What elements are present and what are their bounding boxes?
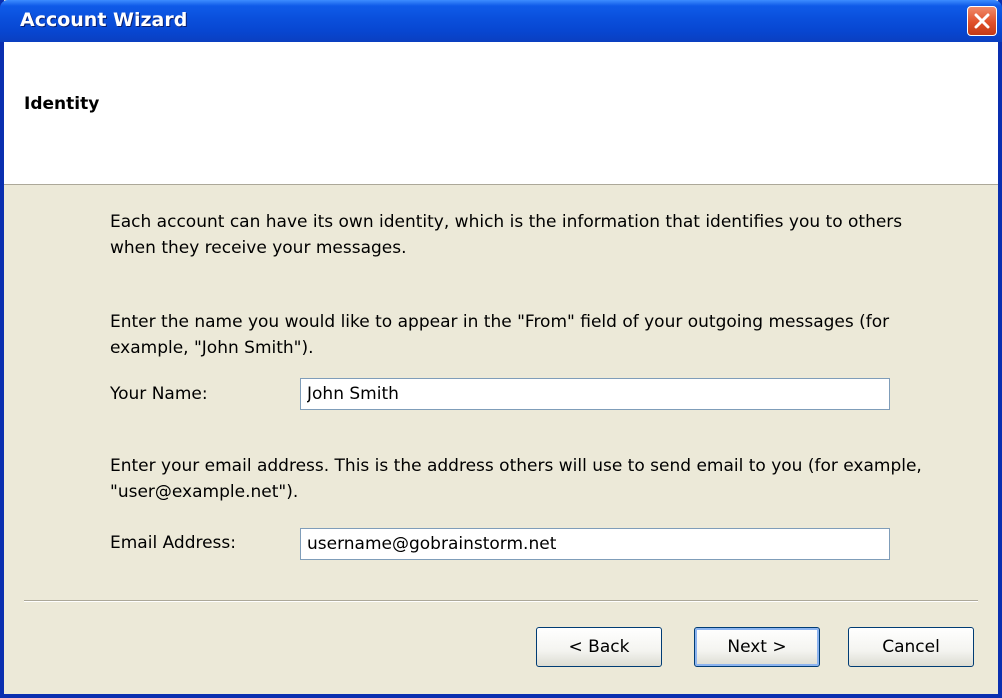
email-address-input[interactable] bbox=[300, 528, 890, 560]
next-button[interactable]: Next > bbox=[694, 627, 820, 667]
your-name-label: Your Name: bbox=[110, 384, 208, 404]
button-separator bbox=[24, 600, 978, 602]
page-title: Identity bbox=[24, 94, 100, 114]
window-title: Account Wizard bbox=[20, 9, 188, 31]
cancel-button[interactable]: Cancel bbox=[848, 627, 974, 667]
wizard-header: Identity bbox=[4, 42, 998, 185]
email-address-label: Email Address: bbox=[110, 533, 236, 553]
account-wizard-window: Account Wizard Identity Each account can… bbox=[0, 0, 1002, 698]
your-name-input[interactable] bbox=[300, 378, 890, 410]
close-icon bbox=[974, 13, 990, 29]
title-bar[interactable]: Account Wizard bbox=[0, 0, 1002, 42]
name-instructions: Enter the name you would like to appear … bbox=[110, 312, 890, 358]
back-button[interactable]: < Back bbox=[536, 627, 662, 667]
intro-text: Each account can have its own identity, … bbox=[110, 212, 903, 258]
close-button[interactable] bbox=[967, 6, 997, 36]
email-instructions: Enter your email address. This is the ad… bbox=[110, 456, 922, 502]
